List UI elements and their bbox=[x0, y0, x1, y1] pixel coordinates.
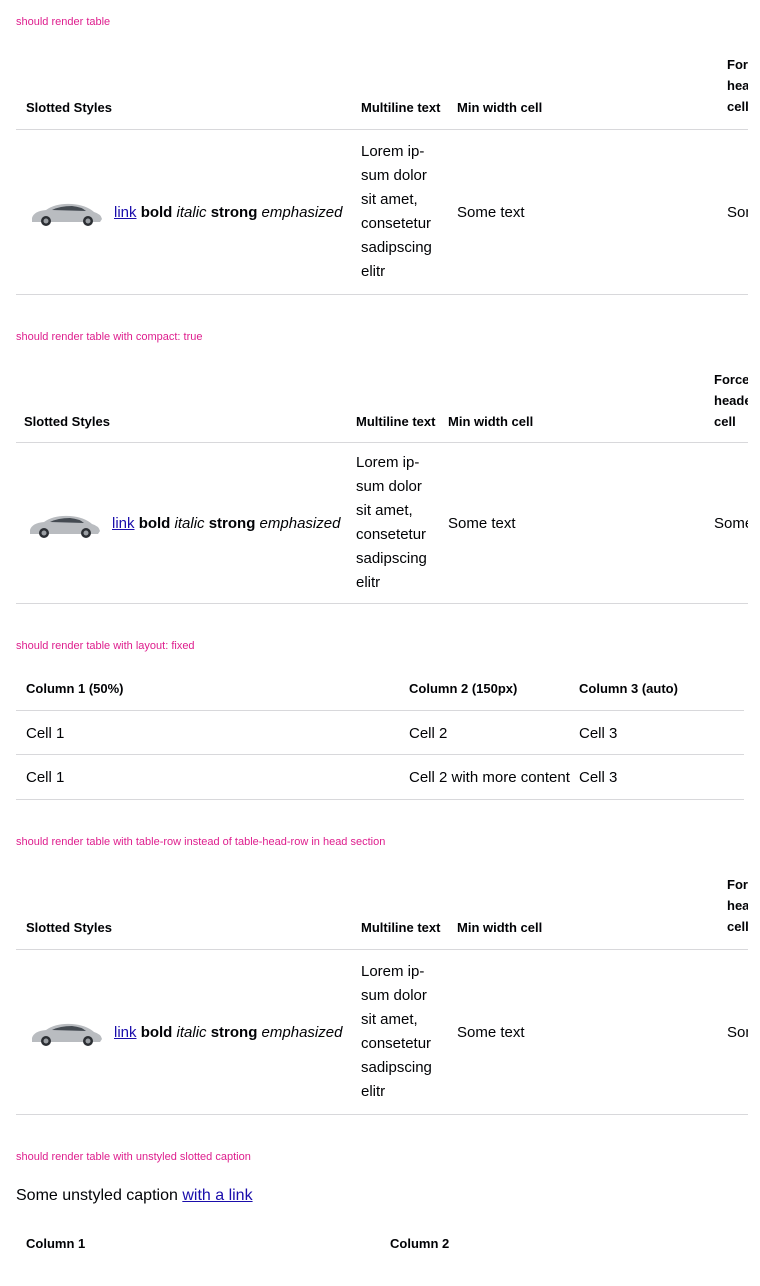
slotted-content: link bold italic strong emphasized bbox=[114, 203, 342, 223]
header-divider bbox=[16, 710, 744, 711]
table-cell: Cell 2 bbox=[409, 725, 448, 742]
slotted-content: link bold italic strong emphasized bbox=[112, 514, 340, 534]
header-forced-line-3: cell bbox=[727, 919, 748, 934]
forced-cell: Some text bbox=[727, 204, 748, 221]
multiline-line: sadipscing bbox=[361, 239, 432, 256]
min-width-cell: Some text bbox=[457, 1024, 525, 1041]
bold-text: bold bbox=[140, 204, 173, 221]
multiline-line: Lorem ip- bbox=[361, 143, 425, 160]
strong-text: strong bbox=[210, 1024, 258, 1041]
header-forced-line-1: Forced bbox=[727, 877, 748, 892]
multiline-line: Lorem ip- bbox=[361, 963, 425, 980]
row-divider bbox=[16, 603, 748, 604]
header-min-width: Min width cell bbox=[457, 920, 543, 935]
strong-text: strong bbox=[208, 515, 256, 532]
multiline-line: elitr bbox=[361, 1083, 386, 1100]
header-forced-line-1: Forced bbox=[727, 57, 748, 72]
multiline-line: sit amet, bbox=[356, 502, 413, 519]
caption-text: Some unstyled caption bbox=[16, 1187, 183, 1204]
emphasized-text: emphasized bbox=[261, 204, 343, 221]
emphasized-text: emphasized bbox=[261, 1024, 343, 1041]
italic-text: italic bbox=[176, 204, 207, 221]
header-forced-line-2: header bbox=[727, 78, 748, 93]
header-column-3: Column 3 (auto) bbox=[579, 681, 678, 696]
multiline-cell: Lorem ip- sum dolor sit amet, consetetur… bbox=[356, 451, 446, 595]
multiline-line: consetetur bbox=[356, 526, 427, 543]
table-cell: Cell 3 bbox=[579, 769, 618, 786]
header-divider bbox=[16, 442, 748, 443]
header-forced-line-2: header bbox=[727, 898, 748, 913]
slotted-content: link bold italic strong emphasized bbox=[114, 1023, 342, 1043]
header-slotted-styles: Slotted Styles bbox=[26, 100, 112, 115]
table-cell: Cell 1 bbox=[26, 725, 65, 742]
header-multiline: Multiline text bbox=[361, 920, 441, 935]
multiline-line: sum dolor bbox=[356, 478, 422, 495]
header-divider bbox=[16, 949, 748, 950]
header-column-2: Column 2 bbox=[390, 1236, 450, 1251]
section-label-table-row: should render table with table-row inste… bbox=[16, 836, 386, 848]
car-icon bbox=[32, 1023, 102, 1046]
header-min-width: Min width cell bbox=[457, 100, 543, 115]
section-label-fixed: should render table with layout: fixed bbox=[16, 640, 195, 652]
header-slotted-styles: Slotted Styles bbox=[26, 920, 112, 935]
header-multiline: Multiline text bbox=[356, 414, 436, 429]
multiline-line: sadipscing bbox=[356, 550, 427, 567]
row-link[interactable]: link bbox=[114, 204, 137, 221]
forced-cell: Some text bbox=[727, 1024, 748, 1041]
min-width-cell: Some text bbox=[448, 515, 516, 532]
multiline-line: sum dolor bbox=[361, 167, 427, 184]
section-label-compact: should render table with compact: true bbox=[16, 331, 203, 343]
table-cell: Cell 1 bbox=[26, 769, 65, 786]
emphasized-text: emphasized bbox=[259, 515, 341, 532]
multiline-line: elitr bbox=[356, 574, 381, 591]
table-row-head: Slotted Styles Multiline text Min width … bbox=[16, 870, 748, 1116]
car-icon bbox=[32, 203, 102, 226]
strong-text: strong bbox=[210, 204, 258, 221]
header-column-2: Column 2 (150px) bbox=[409, 681, 518, 696]
header-multiline: Multiline text bbox=[361, 100, 441, 115]
multiline-line: consetetur bbox=[361, 1035, 432, 1052]
bold-text: bold bbox=[140, 1024, 173, 1041]
italic-text: italic bbox=[174, 515, 205, 532]
table-cell: Cell 3 bbox=[579, 725, 618, 742]
header-forced-line-2: header bbox=[714, 393, 748, 408]
table-fixed: Column 1 (50%) Column 2 (150px) Column 3… bbox=[16, 670, 748, 802]
header-column-1: Column 1 bbox=[26, 1236, 86, 1251]
row-divider bbox=[16, 1114, 748, 1115]
row-divider bbox=[16, 754, 744, 755]
section-label-default: should render table bbox=[16, 16, 111, 28]
header-forced-line-3: cell bbox=[727, 99, 748, 114]
table-compact: Slotted Styles Multiline text Min width … bbox=[16, 365, 748, 605]
multiline-line: sit amet, bbox=[361, 1011, 418, 1028]
multiline-line: Lorem ip- bbox=[356, 454, 420, 471]
header-column-1: Column 1 (50%) bbox=[26, 681, 124, 696]
min-width-cell: Some text bbox=[457, 204, 525, 221]
header-forced-line-1: Forced bbox=[714, 372, 748, 387]
table-cell: Cell 2 with more content bbox=[409, 769, 570, 786]
row-divider bbox=[16, 799, 744, 800]
bold-text: bold bbox=[138, 515, 171, 532]
multiline-line: consetetur bbox=[361, 215, 432, 232]
table-caption: Some unstyled caption with a link bbox=[16, 1185, 253, 1207]
header-min-width: Min width cell bbox=[448, 414, 534, 429]
section-label-caption: should render table with unstyled slotte… bbox=[16, 1151, 251, 1163]
multiline-line: sum dolor bbox=[361, 987, 427, 1004]
row-link[interactable]: link bbox=[114, 1024, 137, 1041]
multiline-cell: Lorem ip- sum dolor sit amet, consetetur… bbox=[361, 960, 451, 1104]
forced-cell: Some text bbox=[714, 515, 748, 532]
multiline-cell: Lorem ip- sum dolor sit amet, consetetur… bbox=[361, 140, 451, 284]
caption-link[interactable]: with a link bbox=[182, 1187, 252, 1204]
multiline-line: sadipscing bbox=[361, 1059, 432, 1076]
italic-text: italic bbox=[176, 1024, 207, 1041]
multiline-line: sit amet, bbox=[361, 191, 418, 208]
multiline-line: elitr bbox=[361, 263, 386, 280]
header-slotted-styles: Slotted Styles bbox=[24, 414, 110, 429]
row-link[interactable]: link bbox=[112, 515, 135, 532]
header-forced-line-3: cell bbox=[714, 414, 736, 429]
table-default: Slotted Styles Multiline text Min width … bbox=[16, 50, 748, 296]
row-divider bbox=[16, 294, 748, 295]
header-divider bbox=[16, 129, 748, 130]
car-icon bbox=[30, 515, 100, 538]
